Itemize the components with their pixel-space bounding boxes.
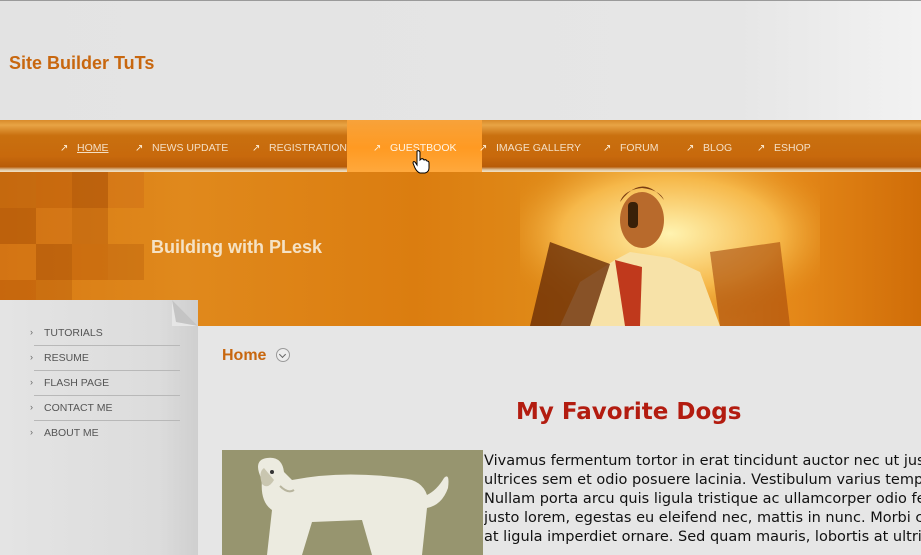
sidebar-item-flash-page[interactable]: › FLASH PAGE (30, 372, 180, 396)
chevron-right-icon: › (30, 427, 33, 437)
nav-item-news-update[interactable]: ↗ NEWS UPDATE (135, 142, 228, 156)
dog-photo (222, 450, 483, 555)
paragraph-line: at ligula imperdiet ornare. Sed quam mau… (484, 529, 921, 545)
arrow-icon: ↗ (252, 143, 261, 154)
arrow-icon: ↗ (757, 143, 766, 154)
arrow-icon: ↗ (60, 143, 69, 154)
chevron-right-icon: › (30, 352, 33, 362)
breadcrumb[interactable]: Home (222, 347, 266, 365)
arrow-icon: ↗ (479, 143, 488, 154)
paragraph-line: Vivamus fermentum tortor in erat tincidu… (484, 453, 921, 469)
dogs-paragraph: Vivamus fermentum tortor in erat tincidu… (484, 452, 921, 555)
paragraph-line: Nullam porta arcu quis ligula tristique … (484, 491, 921, 507)
nav-item-home[interactable]: ↗ HOME (60, 142, 109, 156)
sidebar-item-resume[interactable]: › RESUME (30, 347, 180, 371)
page-heading: My Favorite Dogs (516, 399, 742, 425)
paragraph-line: ultrices sem et odio posuere lacinia. Ve… (484, 472, 921, 488)
nav-item-image-gallery[interactable]: ↗ IMAGE GALLERY (479, 142, 581, 156)
nav-item-forum[interactable]: ↗ FORUM (603, 142, 659, 156)
nav-item-blog[interactable]: ↗ BLOG (686, 142, 732, 156)
businessman-photo (520, 172, 820, 326)
site-header: Site Builder TuTs (0, 0, 921, 120)
nav-item-registration[interactable]: ↗ REGISTRATION (252, 142, 347, 156)
arrow-icon: ↗ (686, 143, 695, 154)
sidebar-item-tutorials[interactable]: › TUTORIALS (30, 322, 180, 346)
arrow-icon: ↗ (603, 143, 612, 154)
chevron-right-icon: › (30, 327, 33, 337)
arrow-icon: ↗ (135, 143, 144, 154)
sidebar-item-contact-me[interactable]: › CONTACT ME (30, 397, 180, 421)
chevron-right-icon: › (30, 402, 33, 412)
paragraph-line: justo lorem, egestas eu eleifend nec, ma… (484, 510, 921, 526)
banner-title: Building with PLesk (151, 237, 323, 257)
site-title[interactable]: Site Builder TuTs (9, 53, 154, 74)
chevron-down-icon[interactable] (276, 348, 290, 362)
chevron-right-icon: › (30, 377, 33, 387)
hand-cursor-icon (412, 150, 430, 174)
sidebar-item-about-me[interactable]: › ABOUT ME (30, 422, 180, 446)
arrow-icon: ↗ (373, 143, 382, 154)
nav-item-eshop[interactable]: ↗ ESHOP (757, 142, 811, 156)
